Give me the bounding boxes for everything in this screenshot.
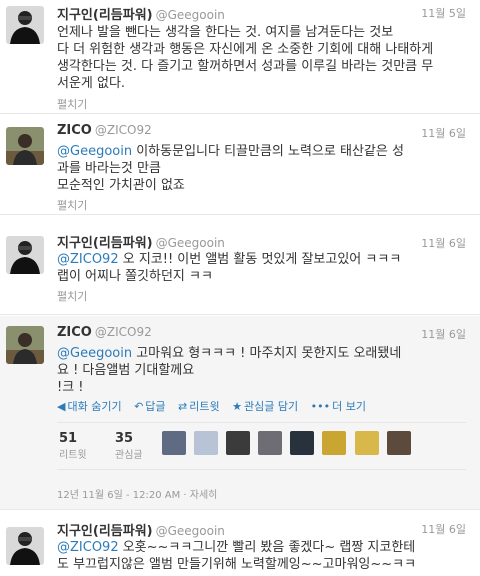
avatar[interactable] bbox=[6, 527, 44, 565]
tweet-actions: ◀ 대화 숨기기 ↶ 답글 ⇄ 리트윗 ★ 관심글 담기 ••• 더 보기 bbox=[57, 398, 375, 414]
author-handle[interactable]: @ZICO92 bbox=[95, 325, 152, 339]
tweet-5[interactable]: 지구인(리듬파워) @Geegooin 11월 6일 @ZICO92 오홋~~ㅋㅋ… bbox=[0, 511, 480, 576]
author-name[interactable]: 지구인(리듬파워) @Geegooin bbox=[57, 520, 225, 539]
expand-link[interactable]: 펼치기 bbox=[57, 197, 87, 213]
author-name[interactable]: ZICO @ZICO92 bbox=[57, 123, 152, 138]
avatar[interactable] bbox=[6, 236, 44, 274]
tweet-date[interactable]: 11월 6일 bbox=[421, 326, 466, 342]
tweet-date[interactable]: 11월 6일 bbox=[421, 521, 466, 537]
tweet-timestamp: 12년 11월 6일 - 12:20 AM · 자세히 bbox=[57, 490, 218, 501]
retweeter-avatar[interactable] bbox=[354, 431, 379, 455]
retweeter-avatars bbox=[162, 431, 414, 459]
tweet-stats: 51 리트윗 35 관심글 bbox=[57, 422, 466, 470]
author-name[interactable]: 지구인(리듬파워) @Geegooin bbox=[57, 232, 225, 251]
tweet-text-line: 생각한다는 것. 다 즐기고 할꺼하면서 성과를 이루길 바라는 것만큼 무 bbox=[57, 59, 434, 74]
retweet-icon: ⇄ bbox=[178, 400, 188, 413]
tweet-text-line: 과를 바라는것 만큼 bbox=[57, 161, 161, 176]
tweet-text-line: 요 ! 다음앨범 기대할께요 bbox=[57, 363, 195, 378]
tweet-date[interactable]: 11월 5일 bbox=[421, 5, 466, 21]
author-handle[interactable]: @Geegooin bbox=[156, 524, 225, 538]
expand-link[interactable]: 펼치기 bbox=[57, 288, 87, 304]
more-icon: ••• bbox=[310, 400, 331, 413]
avatar[interactable] bbox=[6, 326, 44, 364]
tweet-text-line: 언제나 발을 뺀다는 생각을 한다는 것. 여지를 남겨둔다는 것보 bbox=[57, 25, 394, 40]
tweet-text-line: 이하동문입니다 티끌만큼의 노력으로 태산같은 성 bbox=[132, 144, 404, 159]
retweeter-avatar[interactable] bbox=[322, 431, 347, 455]
retweet-button[interactable]: ⇄ 리트윗 bbox=[178, 400, 220, 413]
retweeter-avatar[interactable] bbox=[162, 431, 186, 455]
tweet-text-line: 오 지코!! 이번 앨범 활동 멋있게 잘보고있어 ㅋㅋㅋ bbox=[118, 252, 402, 267]
reply-button[interactable]: ↶ 답글 bbox=[134, 400, 165, 413]
retweet-count[interactable]: 51 리트윗 bbox=[59, 431, 87, 461]
tweet-text-line: 고마워요 형ㅋㅋㅋ ! 마주치지 못한지도 오래됐네 bbox=[132, 346, 402, 361]
tweet-text-line: 모순적인 가치관이 없죠 bbox=[57, 178, 185, 193]
favorite-count[interactable]: 35 관심글 bbox=[115, 431, 143, 461]
tweet-date[interactable]: 11월 6일 bbox=[421, 125, 466, 141]
author-name[interactable]: 지구인(리듬파워) @Geegooin bbox=[57, 4, 225, 23]
retweeter-avatar[interactable] bbox=[258, 431, 283, 455]
tweet-1[interactable]: 지구인(리듬파워) @Geegooin 11월 5일 언제나 발을 뺀다는 생각을… bbox=[0, 0, 480, 114]
reply-icon: ◀ bbox=[57, 400, 66, 413]
tweet-text: 언제나 발을 뺀다는 생각을 한다는 것. 여지를 남겨둔다는 것보 다 더 위… bbox=[57, 24, 466, 92]
hide-conversation-button[interactable]: ◀ 대화 숨기기 bbox=[57, 400, 122, 413]
retweeter-avatar[interactable] bbox=[386, 431, 411, 455]
tweet-text-line: 다 더 위험한 생각과 행동은 자신에게 온 소중한 기회에 대해 나태하게 bbox=[57, 42, 434, 57]
tweet-text: @ZICO92 오 지코!! 이번 앨범 활동 멋있게 잘보고있어 ㅋㅋㅋ 랩이… bbox=[57, 251, 466, 285]
expand-link[interactable]: 펼치기 bbox=[57, 96, 87, 112]
tweet-2[interactable]: ZICO @ZICO92 11월 6일 @Geegooin 이하동문입니다 티끌만… bbox=[0, 115, 480, 215]
timestamp-link[interactable]: 12년 11월 6일 - 12:20 AM bbox=[57, 490, 180, 501]
mention-link[interactable]: @Geegooin bbox=[57, 346, 132, 361]
author-handle[interactable]: @ZICO92 bbox=[95, 123, 152, 137]
tweet-date[interactable]: 11월 6일 bbox=[421, 235, 466, 251]
avatar[interactable] bbox=[6, 6, 44, 44]
retweeter-avatar[interactable] bbox=[290, 431, 315, 455]
avatar[interactable] bbox=[6, 127, 44, 165]
tweet-3[interactable]: 지구인(리듬파워) @Geegooin 11월 6일 @ZICO92 오 지코!!… bbox=[0, 216, 480, 315]
author-name[interactable]: ZICO @ZICO92 bbox=[57, 325, 152, 340]
tweet-text-line: 도 부끄럽지않은 앨범 만들기위해 노력할께잉~~고마워잉~~ㅋㅋ bbox=[57, 557, 417, 572]
tweet-text: @Geegooin 고마워요 형ㅋㅋㅋ ! 마주치지 못한지도 오래됐네 요 !… bbox=[57, 345, 466, 396]
tweet-text-line: !크 ! bbox=[57, 380, 84, 395]
tweet-text-line: 서운게 없다. bbox=[57, 76, 126, 91]
tweet-text: @ZICO92 오홋~~ㅋㅋ그니깐 빨리 봤음 좋겠다~ 랩짱 지코한테 도 부… bbox=[57, 539, 466, 573]
retweeter-avatar[interactable] bbox=[194, 431, 219, 455]
tweet-text-line: 랩이 어찌나 쫄깃하던지 ㅋㅋ bbox=[57, 269, 213, 284]
favorite-button[interactable]: ★ 관심글 담기 bbox=[232, 400, 298, 413]
tweet-4-expanded[interactable]: ZICO @ZICO92 11월 6일 @Geegooin 고마워요 형ㅋㅋㅋ !… bbox=[0, 316, 480, 510]
reply-arrow-icon: ↶ bbox=[134, 400, 144, 413]
author-handle[interactable]: @Geegooin bbox=[156, 236, 225, 250]
star-icon: ★ bbox=[232, 400, 243, 413]
mention-link[interactable]: @Geegooin bbox=[57, 144, 132, 159]
tweet-text-line: 오홋~~ㅋㅋ그니깐 빨리 봤음 좋겠다~ 랩짱 지코한테 bbox=[118, 540, 416, 555]
retweeter-avatar[interactable] bbox=[226, 431, 251, 455]
mention-link[interactable]: @ZICO92 bbox=[57, 252, 119, 267]
author-handle[interactable]: @Geegooin bbox=[156, 8, 225, 22]
mention-link[interactable]: @ZICO92 bbox=[57, 540, 119, 555]
more-button[interactable]: ••• 더 보기 bbox=[311, 400, 366, 413]
details-link[interactable]: 자세히 bbox=[190, 490, 218, 501]
tweet-text: @Geegooin 이하동문입니다 티끌만큼의 노력으로 태산같은 성 과를 바… bbox=[57, 143, 466, 194]
